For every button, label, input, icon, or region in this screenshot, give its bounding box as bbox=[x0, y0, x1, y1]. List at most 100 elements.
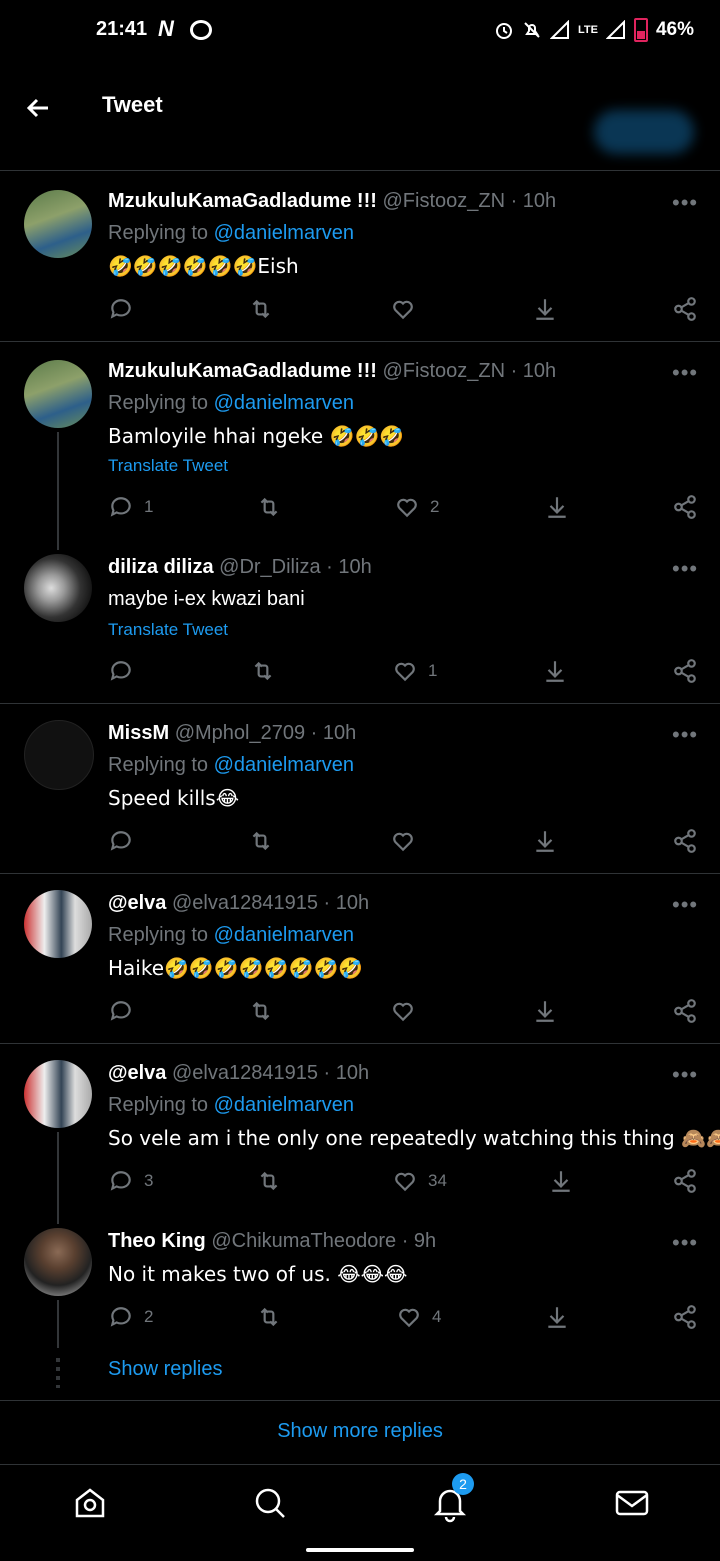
netflix-notification-icon: N bbox=[158, 16, 174, 41]
reply-button[interactable] bbox=[108, 296, 134, 322]
share-icon bbox=[552, 1171, 570, 1192]
reply-button[interactable]: 1 bbox=[108, 494, 153, 520]
mention-link[interactable]: @danielmarven bbox=[214, 222, 354, 244]
retweet-button[interactable] bbox=[248, 998, 274, 1024]
like-button[interactable]: 1 bbox=[392, 658, 437, 684]
like-button[interactable]: 34 bbox=[392, 1168, 447, 1194]
mention-link[interactable]: @danielmarven bbox=[214, 1094, 354, 1116]
avatar[interactable] bbox=[24, 1060, 92, 1128]
tweet-actions bbox=[108, 828, 708, 858]
share-via-icon bbox=[674, 495, 696, 519]
reply-button[interactable]: 2 bbox=[108, 1304, 153, 1330]
tweet-actions bbox=[108, 998, 708, 1028]
home-indicator[interactable] bbox=[306, 1548, 414, 1552]
mention-link[interactable]: @danielmarven bbox=[214, 754, 354, 776]
share-button[interactable] bbox=[544, 1304, 570, 1330]
tweet[interactable]: @elva @elva12841915 · 10h ••• Replying t… bbox=[0, 874, 720, 1042]
reply-icon bbox=[110, 497, 131, 517]
reply-count: 2 bbox=[144, 1307, 154, 1326]
author-name[interactable]: diliza diliza bbox=[108, 556, 214, 578]
avatar[interactable] bbox=[24, 890, 92, 958]
battery-icon bbox=[633, 18, 648, 42]
tweet-text: maybe i-ex kwazi bani bbox=[108, 588, 305, 610]
reply-button[interactable] bbox=[108, 998, 134, 1024]
share-button[interactable] bbox=[532, 828, 558, 854]
share-via-button[interactable] bbox=[672, 296, 698, 322]
reply-button[interactable] bbox=[108, 828, 134, 854]
tweet[interactable]: diliza diliza @Dr_Diliza · 10h ••• maybe… bbox=[0, 546, 720, 702]
share-via-button[interactable] bbox=[672, 828, 698, 854]
back-arrow-icon[interactable] bbox=[22, 92, 54, 124]
tweet-text: So vele am i the only one repeatedly wat… bbox=[108, 1126, 720, 1150]
more-options-icon[interactable]: ••• bbox=[672, 1230, 698, 1256]
retweet-button[interactable] bbox=[256, 1168, 282, 1194]
translate-tweet-link[interactable]: Translate Tweet bbox=[108, 456, 228, 476]
retweet-button[interactable] bbox=[250, 658, 276, 684]
author-name[interactable]: Theo King bbox=[108, 1230, 206, 1252]
replying-to: Replying to @danielmarven bbox=[108, 754, 354, 777]
translate-tweet-link[interactable]: Translate Tweet bbox=[108, 620, 228, 640]
retweet-icon bbox=[260, 1307, 278, 1327]
search-icon[interactable] bbox=[250, 1483, 290, 1523]
mention-link[interactable]: @danielmarven bbox=[214, 392, 354, 414]
more-options-icon[interactable]: ••• bbox=[672, 360, 698, 386]
share-icon bbox=[546, 661, 564, 682]
avatar[interactable] bbox=[24, 190, 92, 258]
author-name[interactable]: MzukuluKamaGadladume !!! bbox=[108, 190, 377, 212]
share-button[interactable] bbox=[532, 998, 558, 1024]
author-name[interactable]: MzukuluKamaGadladume !!! bbox=[108, 360, 377, 382]
reply-button[interactable] bbox=[108, 658, 134, 684]
tweet[interactable]: @elva @elva12841915 · 10h ••• Replying t… bbox=[0, 1044, 720, 1224]
mute-icon bbox=[524, 22, 540, 38]
share-button[interactable] bbox=[542, 658, 568, 684]
lte-label: LTE bbox=[578, 24, 598, 36]
thread-line bbox=[57, 1132, 59, 1224]
tweet-actions: 3 34 bbox=[108, 1168, 708, 1198]
reply-count: 1 bbox=[144, 497, 154, 516]
share-via-button[interactable] bbox=[672, 1168, 698, 1194]
like-button[interactable] bbox=[390, 296, 416, 322]
share-icon bbox=[536, 1001, 554, 1022]
more-options-icon[interactable]: ••• bbox=[672, 1062, 698, 1088]
show-more-replies-link[interactable]: Show more replies bbox=[0, 1420, 720, 1443]
retweet-button[interactable] bbox=[248, 296, 274, 322]
like-icon bbox=[393, 300, 413, 320]
retweet-button[interactable] bbox=[256, 1304, 282, 1330]
home-icon[interactable] bbox=[70, 1483, 110, 1523]
tweet-text: 🤣🤣🤣🤣🤣🤣Eish bbox=[108, 254, 299, 278]
like-button[interactable]: 2 bbox=[394, 494, 439, 520]
like-button[interactable]: 4 bbox=[396, 1304, 441, 1330]
share-via-button[interactable] bbox=[672, 998, 698, 1024]
author-name[interactable]: @elva bbox=[108, 1062, 166, 1084]
share-button[interactable] bbox=[532, 296, 558, 322]
more-options-icon[interactable]: ••• bbox=[672, 556, 698, 582]
like-button[interactable] bbox=[390, 828, 416, 854]
avatar[interactable] bbox=[24, 554, 92, 622]
mention-link[interactable]: @danielmarven bbox=[214, 924, 354, 946]
avatar[interactable] bbox=[24, 1228, 92, 1296]
like-icon bbox=[399, 1308, 419, 1328]
more-options-icon[interactable]: ••• bbox=[672, 722, 698, 748]
tweet[interactable]: MzukuluKamaGadladume !!! @Fistooz_ZN · 1… bbox=[0, 172, 720, 342]
avatar[interactable] bbox=[24, 360, 92, 428]
share-via-button[interactable] bbox=[672, 494, 698, 520]
tweet[interactable]: MzukuluKamaGadladume !!! @Fistooz_ZN · 1… bbox=[0, 342, 720, 550]
author-name[interactable]: @elva bbox=[108, 892, 166, 914]
author-name[interactable]: MissM bbox=[108, 722, 169, 744]
share-via-button[interactable] bbox=[672, 658, 698, 684]
messages-icon[interactable] bbox=[612, 1483, 652, 1523]
avatar[interactable] bbox=[24, 720, 94, 790]
retweet-button[interactable] bbox=[248, 828, 274, 854]
share-button[interactable] bbox=[544, 494, 570, 520]
more-options-icon[interactable]: ••• bbox=[672, 190, 698, 216]
tweet[interactable]: MissM @Mphol_2709 · 10h ••• Replying to … bbox=[0, 704, 720, 872]
retweet-button[interactable] bbox=[256, 494, 282, 520]
share-button[interactable] bbox=[548, 1168, 574, 1194]
reply-button[interactable]: 3 bbox=[108, 1168, 153, 1194]
share-via-button[interactable] bbox=[672, 1304, 698, 1330]
like-button[interactable] bbox=[390, 998, 416, 1024]
more-options-icon[interactable]: ••• bbox=[672, 892, 698, 918]
page-title: Tweet bbox=[102, 92, 163, 117]
show-replies-link[interactable]: Show replies bbox=[108, 1358, 223, 1381]
tweet[interactable]: Theo King @ChikumaTheodore · 9h ••• No i… bbox=[0, 1224, 720, 1354]
